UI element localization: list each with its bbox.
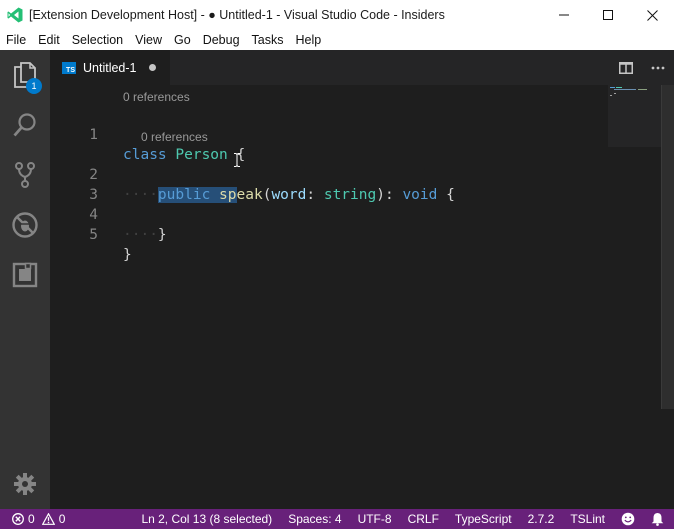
close-icon [646, 9, 658, 21]
manage-button[interactable] [0, 459, 50, 509]
menu-help[interactable]: Help [290, 33, 328, 47]
tslint-status[interactable]: TSLint [570, 512, 605, 526]
code-line-4: 4 ····} [50, 185, 610, 243]
menu-edit[interactable]: Edit [32, 33, 66, 47]
more-actions-button[interactable] [642, 50, 674, 85]
status-bar: 0 0 Ln 2, Col 13 (8 selected) Spaces: 4 … [0, 509, 674, 529]
extensions-icon [12, 262, 38, 288]
minimap[interactable] [608, 85, 662, 147]
warning-icon [41, 513, 55, 525]
token-brace: } [123, 247, 132, 263]
explorer-button[interactable]: 1 [0, 50, 50, 100]
minimap-line [638, 89, 647, 90]
line-number: 5 [89, 227, 98, 243]
menu-debug[interactable]: Debug [197, 33, 246, 47]
minimap-line [610, 95, 612, 96]
whitespace-indent: ···· [123, 227, 158, 243]
minimap-line [614, 93, 616, 94]
code-lens-class-references[interactable]: 0 references [123, 89, 190, 105]
minimize-icon [559, 14, 569, 16]
extensions-button[interactable] [0, 250, 50, 300]
maximize-icon [603, 10, 613, 20]
minimap-line [616, 87, 622, 88]
minimap-line [610, 87, 615, 88]
vertical-scrollbar[interactable] [661, 85, 674, 409]
split-editor-button[interactable] [610, 50, 642, 85]
code-line-2: 2 ····public speak(word: string): void { [50, 145, 610, 203]
tab-untitled-1[interactable]: TS Untitled-1 [50, 50, 170, 85]
vscode-insiders-logo-icon [7, 7, 23, 23]
typescript-version[interactable]: 2.7.2 [528, 512, 555, 526]
problems-indicator[interactable]: 0 0 [12, 512, 65, 526]
minimap-line [614, 89, 636, 90]
notifications-button[interactable] [651, 512, 664, 526]
maximize-button[interactable] [586, 0, 630, 30]
code-line-3: 3 [50, 165, 610, 203]
typescript-file-icon: TS [62, 61, 76, 74]
editor-actions [610, 50, 674, 85]
cursor-position[interactable]: Ln 2, Col 13 (8 selected) [141, 512, 272, 526]
explorer-badge: 1 [26, 78, 42, 94]
ellipsis-icon [651, 66, 665, 69]
token-brace: } [157, 227, 167, 243]
debug-button[interactable] [0, 200, 50, 250]
code-line-5: 5 } [50, 205, 610, 263]
line-ending[interactable]: CRLF [408, 512, 439, 526]
menu-file[interactable]: File [0, 33, 32, 47]
menu-view[interactable]: View [129, 33, 168, 47]
error-count: 0 [28, 512, 35, 526]
menu-go[interactable]: Go [168, 33, 197, 47]
feedback-button[interactable] [621, 512, 635, 526]
search-icon [13, 113, 36, 137]
code-editor[interactable]: 0 references 1 class Person { 0 referenc… [50, 85, 674, 509]
split-editor-icon [619, 61, 633, 74]
menu-bar: File Edit Selection View Go Debug Tasks … [0, 30, 674, 50]
title-bar: [Extension Development Host] - ● Untitle… [0, 0, 674, 30]
tab-label: Untitled-1 [83, 60, 137, 75]
file-encoding[interactable]: UTF-8 [358, 512, 392, 526]
minimize-button[interactable] [542, 0, 586, 30]
debug-icon [12, 212, 38, 238]
close-window-button[interactable] [630, 0, 674, 30]
bell-icon [651, 513, 664, 526]
line-number: 1 [89, 127, 98, 143]
source-control-button[interactable] [0, 150, 50, 200]
search-view-button[interactable] [0, 100, 50, 150]
smiley-icon [621, 512, 635, 526]
warning-count: 0 [58, 512, 66, 526]
code-line-1: 1 class Person { [50, 105, 610, 163]
language-mode[interactable]: TypeScript [455, 512, 512, 526]
source-control-icon [15, 162, 35, 188]
indentation-setting[interactable]: Spaces: 4 [288, 512, 341, 526]
menu-selection[interactable]: Selection [66, 33, 129, 47]
unsaved-dot-icon[interactable] [148, 64, 156, 71]
menu-tasks[interactable]: Tasks [246, 33, 290, 47]
editor-tab-bar: TS Untitled-1 [50, 50, 674, 85]
code-lens-method-references[interactable]: 0 references [141, 129, 208, 145]
activity-bar: 1 [0, 50, 50, 509]
window-title: [Extension Development Host] - ● Untitle… [29, 8, 445, 22]
error-icon [12, 513, 24, 525]
gear-icon [14, 473, 36, 495]
